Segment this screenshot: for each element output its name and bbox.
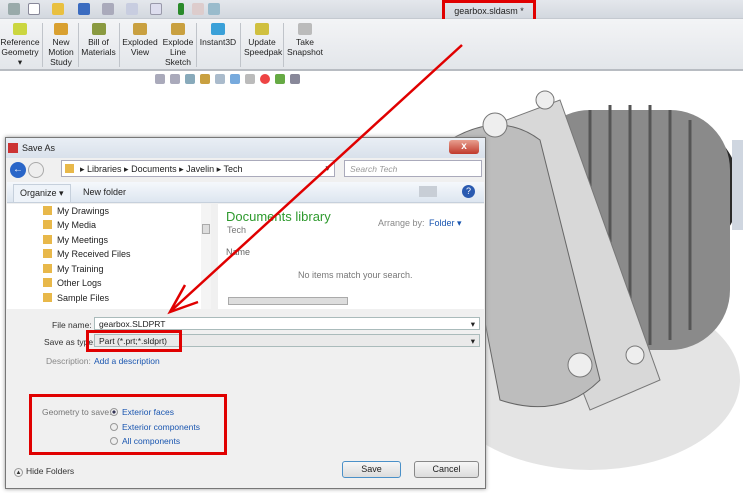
annotation-box (86, 330, 182, 352)
column-header-name[interactable]: Name (226, 247, 250, 257)
arrange-by-label: Arrange by: (378, 218, 425, 228)
command-manager-ribbon: Reference Geometry ▾ New Motion Study Bil… (0, 19, 743, 71)
instant3d-icon (211, 23, 225, 35)
folder-icon (43, 249, 52, 258)
solidworks-logo-icon[interactable] (8, 3, 20, 15)
hide-folders-button[interactable]: ▲ Hide Folders (14, 466, 74, 477)
folder-icon (43, 220, 52, 229)
view-options-icon[interactable] (419, 186, 437, 197)
save-as-dialog: Save As x ← ▸ Libraries ▸ Documents ▸ Ja… (5, 137, 486, 489)
dialog-toolbar: Organize ▾ New folder ? (7, 182, 484, 203)
folder-tree: My Drawings My Media My Meetings My Rece… (7, 204, 209, 309)
arrange-by-dropdown[interactable]: Folder ▾ (429, 218, 462, 229)
add-description-link[interactable]: Add a description (94, 356, 160, 366)
undo-icon[interactable] (126, 3, 138, 15)
solidworks-app-icon (8, 143, 18, 153)
close-button[interactable]: x (449, 140, 479, 154)
new-document-icon[interactable] (28, 3, 40, 15)
breadcrumb-libraries[interactable]: Libraries (87, 164, 122, 174)
open-icon[interactable] (52, 3, 64, 15)
speedpak-icon (255, 23, 269, 35)
folder-my-meetings[interactable]: My Meetings (43, 235, 108, 249)
back-button[interactable]: ← (10, 162, 26, 178)
rebuild-icon[interactable] (178, 3, 184, 15)
update-speedpak-button[interactable]: Update Speedpak (244, 23, 282, 57)
exploded-view-button[interactable]: Exploded View (121, 23, 159, 57)
breadcrumb-tech[interactable]: Tech (224, 164, 243, 174)
folder-icon (43, 293, 52, 302)
previous-view-icon[interactable] (185, 74, 195, 84)
new-motion-study-button[interactable]: New Motion Study (45, 23, 77, 67)
breadcrumb-javelin[interactable]: Javelin (186, 164, 214, 174)
view-orientation-icon[interactable] (215, 74, 225, 84)
folder-my-received-files[interactable]: My Received Files (43, 249, 131, 263)
folder-icon (43, 264, 52, 273)
library-title: Documents library (226, 209, 331, 224)
horizontal-scrollbar[interactable] (228, 297, 348, 305)
appearance-icon[interactable] (260, 74, 270, 84)
folder-icon (43, 235, 52, 244)
folder-my-drawings[interactable]: My Drawings (43, 206, 109, 220)
help-icon[interactable]: ? (462, 185, 475, 198)
address-dropdown-icon[interactable]: ▾ (325, 163, 330, 174)
folder-tree-scrollbar[interactable] (201, 204, 211, 309)
select-icon[interactable] (150, 3, 162, 15)
bill-of-materials-button[interactable]: Bill of Materials (80, 23, 117, 57)
reference-geometry-button[interactable]: Reference Geometry ▾ (0, 23, 40, 67)
search-input[interactable]: Search Tech (344, 160, 482, 177)
empty-message: No items match your search. (298, 270, 413, 280)
take-snapshot-button[interactable]: Take Snapshot (286, 23, 324, 57)
folder-icon (43, 206, 52, 215)
section-view-icon[interactable] (200, 74, 210, 84)
folder-icon (43, 278, 52, 287)
address-bar[interactable]: ▸ Libraries ▸ Documents ▸ Javelin ▸ Tech… (61, 160, 335, 177)
scene-icon[interactable] (275, 74, 285, 84)
file-properties-icon[interactable] (192, 3, 204, 15)
folder-sample-files[interactable]: Sample Files (43, 293, 109, 307)
quick-access-toolbar (0, 0, 743, 19)
instant3d-button[interactable]: Instant3D (198, 23, 238, 47)
options-icon[interactable] (208, 3, 220, 15)
save-button[interactable]: Save (342, 461, 401, 478)
view-settings-icon[interactable] (290, 74, 300, 84)
motion-study-icon (54, 23, 68, 35)
breadcrumb-documents[interactable]: Documents (131, 164, 177, 174)
dialog-title: Save As (22, 143, 56, 153)
explode-line-sketch-button[interactable]: Explode Line Sketch (161, 23, 195, 67)
explode-line-icon (171, 23, 185, 35)
bom-icon (91, 23, 106, 35)
file-name-label: File name: (52, 320, 92, 330)
zoom-to-fit-icon[interactable] (155, 74, 165, 84)
description-label: Description: (46, 356, 91, 366)
hide-show-icon[interactable] (245, 74, 255, 84)
reference-geometry-icon (13, 23, 27, 35)
display-style-icon[interactable] (230, 74, 240, 84)
file-name-input[interactable]: gearbox.SLDPRT ▾ (94, 317, 480, 330)
exploded-view-icon (133, 23, 147, 35)
forward-button[interactable] (28, 162, 44, 178)
print-icon[interactable] (102, 3, 114, 15)
library-subtitle: Tech (227, 225, 247, 235)
folder-icon (65, 164, 74, 173)
new-folder-button[interactable]: New folder (83, 187, 126, 197)
folder-my-media[interactable]: My Media (43, 220, 96, 234)
organize-button[interactable]: Organize ▾ (13, 184, 71, 203)
chevron-up-icon: ▲ (14, 468, 23, 477)
file-list-pane: Documents library Tech Arrange by: Folde… (218, 204, 484, 309)
zoom-area-icon[interactable] (170, 74, 180, 84)
folder-my-training[interactable]: My Training (43, 264, 104, 278)
annotation-box (29, 394, 227, 455)
cancel-button[interactable]: Cancel (414, 461, 479, 478)
dialog-title-bar: Save As x (6, 138, 485, 158)
folder-other-logs[interactable]: Other Logs (43, 278, 102, 292)
save-icon[interactable] (78, 3, 90, 15)
snapshot-icon (298, 23, 312, 35)
heads-up-view-toolbar (155, 74, 305, 88)
